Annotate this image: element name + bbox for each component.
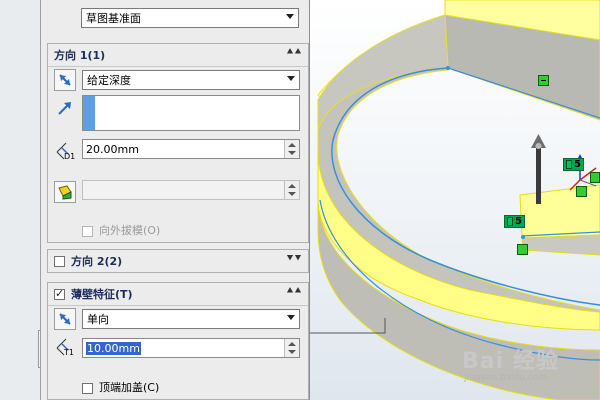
cap-ends-option[interactable]: 顶端加盖(C)	[82, 379, 159, 395]
point-handle[interactable]	[576, 186, 587, 197]
thin-type-value: 单向	[87, 313, 109, 326]
depth-value: 20.00mm	[86, 142, 139, 156]
chevron-down-icon	[287, 76, 295, 81]
dimension-tag[interactable]: 5	[504, 215, 525, 228]
collapse-up-icon[interactable]: ⯅⯅	[286, 286, 302, 297]
draft-angle-spinner[interactable]	[284, 181, 299, 199]
thickness-value: 10.00mm	[86, 341, 141, 355]
draft-outward-label: 向外拔模(O)	[99, 224, 161, 237]
depth-label: D1	[64, 152, 76, 161]
thickness-spinner[interactable]	[284, 339, 299, 357]
expand-down-icon[interactable]: ⯆⯆	[286, 253, 302, 264]
draft-icon	[58, 185, 72, 200]
left-strip: ‹‹	[0, 0, 48, 400]
direction2-title: 方向 2(2)	[71, 255, 123, 268]
reverse-direction-icon	[59, 74, 71, 86]
thin-feature-group: 薄壁特征(T) ⯅⯅ 单向 T1 10.00mm 顶端加盖(C)	[47, 282, 309, 400]
point-handle[interactable]	[590, 172, 600, 183]
thin-type-combo[interactable]: 单向	[82, 309, 300, 329]
thin-feature-header[interactable]: 薄壁特征(T) ⯅⯅	[48, 283, 308, 306]
watermark-brand: Bai 经验	[462, 349, 559, 374]
selection-focus-bar	[83, 96, 95, 130]
direction1-group: 方向 1(1) ⯅⯅ 给定深度 D1 20.00mm 向外拔模(O)	[47, 43, 309, 243]
watermark-url: jingyan.baidu.com	[464, 373, 548, 383]
thickness-input[interactable]: 10.00mm	[82, 338, 300, 358]
cap-ends-checkbox[interactable]	[82, 382, 93, 394]
reverse-direction-icon	[59, 313, 71, 325]
watermark: Bai 经验 jingyan.baidu.com	[462, 343, 559, 383]
collapse-up-icon[interactable]: ⯅⯅	[286, 47, 302, 58]
depth-input[interactable]: 20.00mm	[82, 139, 300, 159]
direction1-title: 方向 1(1)	[54, 49, 106, 62]
start-condition-combo[interactable]: 草图基准面	[81, 8, 299, 28]
end-condition-value: 给定深度	[87, 74, 131, 87]
thin-feature-checkbox[interactable]	[54, 287, 65, 300]
direction2-header[interactable]: 方向 2(2) ⯆⯆	[48, 250, 308, 272]
point-handle[interactable]	[517, 244, 528, 255]
draft-angle-input[interactable]	[82, 180, 300, 200]
direction2-group: 方向 2(2) ⯆⯆	[47, 249, 309, 273]
drag-handle-top[interactable]	[538, 75, 549, 86]
direction-selection-box[interactable]	[82, 95, 300, 131]
depth-spinner[interactable]	[284, 140, 299, 158]
thin-reverse-direction-button[interactable]	[54, 308, 76, 330]
draft-outward-checkbox[interactable]	[82, 225, 93, 237]
chevron-down-icon	[287, 315, 295, 320]
direction1-header[interactable]: 方向 1(1) ⯅⯅	[48, 44, 308, 67]
cap-ends-label: 顶端加盖(C)	[99, 381, 160, 394]
draft-toggle-button[interactable]	[54, 181, 76, 203]
thickness-label: T1	[64, 348, 74, 357]
direction-arrow-icon	[58, 102, 71, 115]
direction2-checkbox[interactable]	[54, 255, 65, 267]
start-condition-value: 草图基准面	[86, 12, 141, 25]
dimension-tag[interactable]: 5	[563, 158, 584, 171]
reverse-direction-button[interactable]	[54, 69, 76, 91]
thin-feature-title: 薄壁特征(T)	[71, 288, 133, 301]
property-manager: 草图基准面 方向 1(1) ⯅⯅ 给定深度 D1 20.00mm 向外拔模(O)…	[40, 0, 310, 400]
chevron-down-icon	[286, 14, 294, 19]
draft-outward-option[interactable]: 向外拔模(O)	[82, 222, 160, 238]
end-condition-combo[interactable]: 给定深度	[82, 70, 300, 90]
